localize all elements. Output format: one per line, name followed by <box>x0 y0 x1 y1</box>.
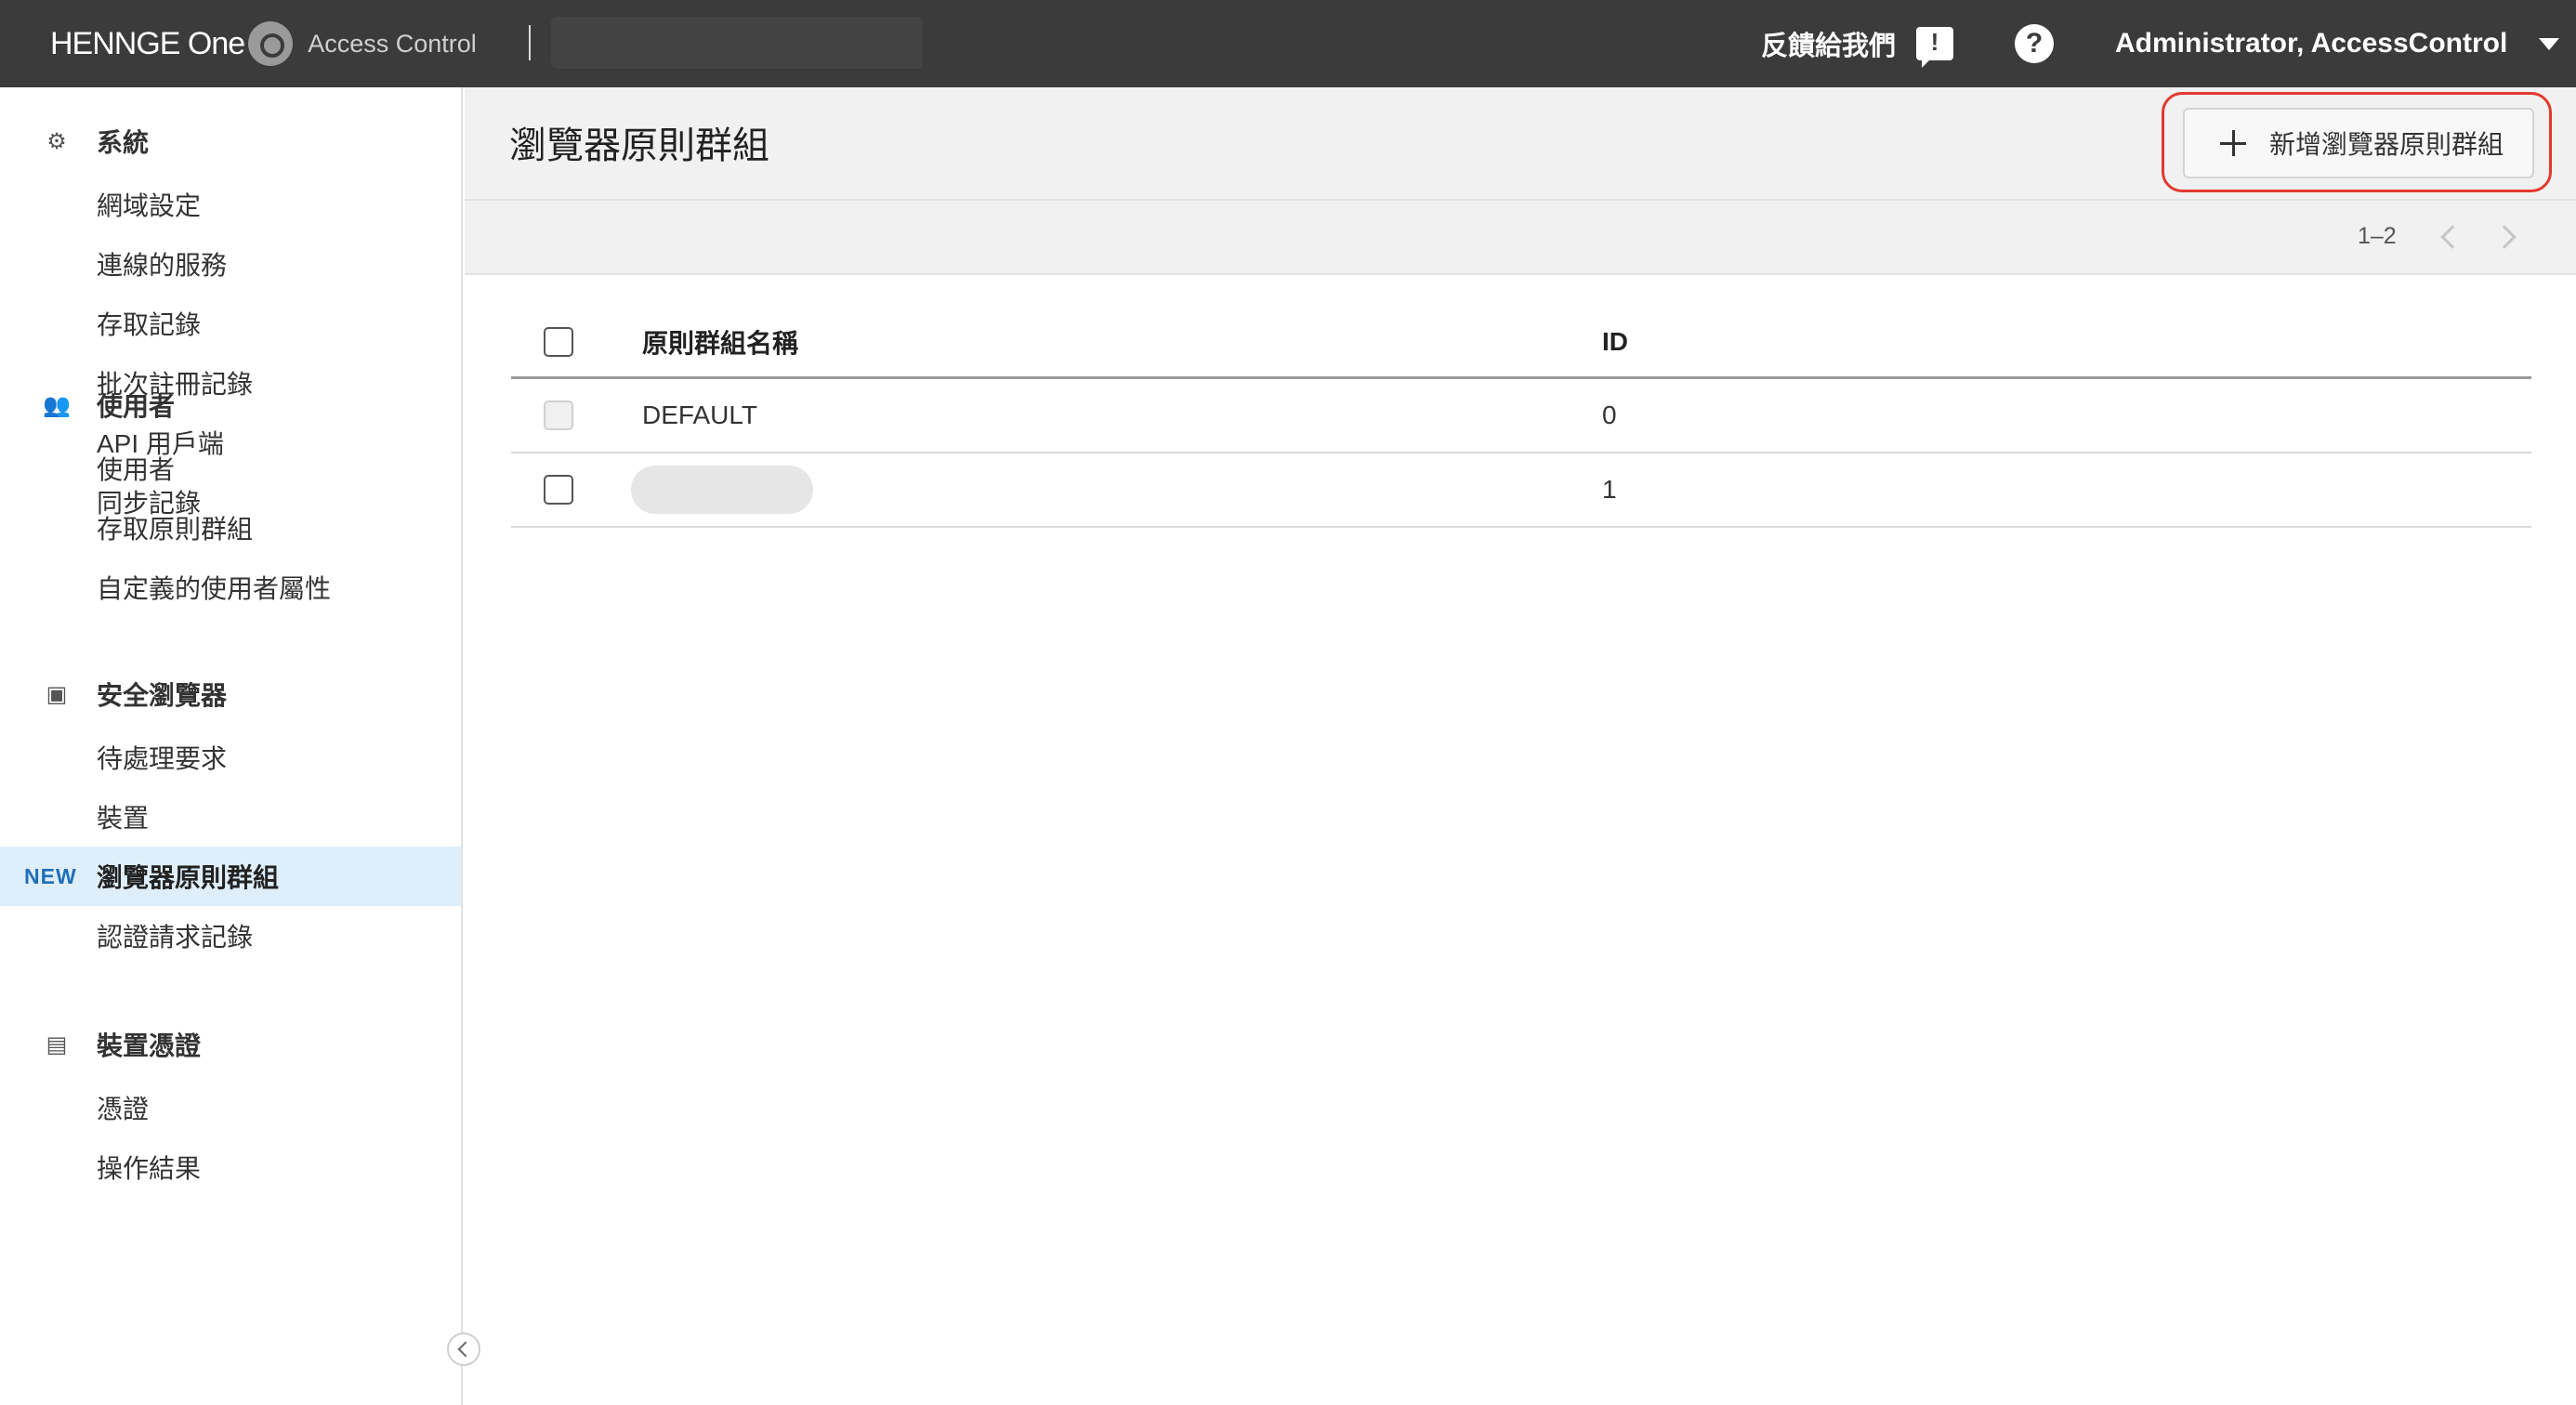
sidebar-item[interactable]: 存取原則群組 <box>0 498 461 558</box>
tenant-name-redacted <box>551 17 923 69</box>
sidebar-section-label: 使用者 <box>97 392 176 421</box>
sidebar-item[interactable]: 憑證 <box>0 1078 461 1137</box>
users-icon: 👥 <box>43 392 71 418</box>
plus-icon <box>2220 130 2246 156</box>
sidebar-item[interactable]: 使用者 <box>0 439 461 498</box>
sidebar-item[interactable]: 待處理要求 <box>0 728 461 787</box>
pager-range: 1–2 <box>2358 223 2397 249</box>
row-name[interactable]: DEFAULT <box>642 400 757 430</box>
select-all-checkbox[interactable] <box>544 326 573 357</box>
sidebar-item-label: 操作結果 <box>97 1154 202 1183</box>
column-header-id[interactable]: ID <box>1602 327 1628 357</box>
add-browser-policy-group-button[interactable]: 新增瀏覽器原則群組 <box>2183 108 2534 178</box>
sidebar-item-label: 憑證 <box>97 1095 150 1123</box>
table-row[interactable]: 1 <box>511 453 2531 528</box>
sidebar-item-label: 待處理要求 <box>97 744 228 773</box>
sidebar-item[interactable]: 裝置 <box>0 787 461 847</box>
sidebar: ⚙ 系統 網域設定 連線的服務 存取記錄 批次註冊記錄 API 用戶端 同步記錄 👥 使用者 使用者… <box>0 87 463 1405</box>
table-row[interactable]: DEFAULT 0 <box>511 379 2531 453</box>
top-bar: HENNGE One Access Control 反饋給我們 ? Admini… <box>0 0 2576 87</box>
sidebar-item[interactable]: 存取記錄 <box>0 294 461 353</box>
sidebar-item[interactable]: 自定義的使用者屬性 <box>0 558 461 617</box>
sidebar-section-label: 安全瀏覽器 <box>97 681 228 710</box>
sidebar-item-label: 認證請求記錄 <box>97 923 254 952</box>
sidebar-item[interactable]: 操作結果 <box>0 1137 461 1197</box>
certificate-icon: ▤ <box>46 1031 68 1057</box>
sidebar-section-label: 系統 <box>97 128 150 157</box>
app-logo[interactable]: HENNGE One Access Control <box>50 20 477 67</box>
sidebar-item-label: 瀏覽器原則群組 <box>97 863 280 892</box>
sidebar-item[interactable]: 網域設定 <box>0 175 461 234</box>
page-title: 瀏覽器原則群組 <box>509 125 769 166</box>
logo-subtitle: Access Control <box>308 29 477 58</box>
sidebar-item-label: 使用者 <box>97 455 176 484</box>
row-name-redacted[interactable] <box>631 466 813 514</box>
table-header-row: 原則群組名稱 ID <box>511 307 2531 379</box>
header-divider <box>529 25 531 60</box>
sidebar-item-label: 自定義的使用者屬性 <box>97 574 332 603</box>
row-checkbox <box>544 400 573 430</box>
caret-down-icon <box>2539 37 2560 50</box>
sidebar-item-label: 連線的服務 <box>97 251 228 280</box>
feedback-button[interactable]: 反饋給我們 <box>1761 0 1954 87</box>
row-id: 1 <box>1602 475 1617 504</box>
feedback-icon <box>1916 27 1954 68</box>
sidebar-item-label: 裝置 <box>97 804 150 833</box>
sidebar-item-label: 存取記錄 <box>97 310 202 339</box>
help-icon[interactable]: ? <box>2015 24 2054 63</box>
sidebar-item-label: 存取原則群組 <box>97 515 254 544</box>
row-checkbox[interactable] <box>544 475 573 505</box>
logo-mark-icon <box>248 21 294 66</box>
sidebar-item[interactable]: 連線的服務 <box>0 234 461 294</box>
column-header-name[interactable]: 原則群組名稱 <box>642 323 798 361</box>
user-menu[interactable]: Administrator, AccessControl <box>2115 0 2560 87</box>
browser-icon: ▣ <box>46 681 68 707</box>
sidebar-collapse-icon[interactable] <box>447 1333 480 1366</box>
sidebar-item[interactable]: NEW 瀏覽器原則群組 <box>0 847 461 906</box>
row-id: 0 <box>1602 400 1617 429</box>
add-button-label: 新增瀏覽器原則群組 <box>2269 130 2504 159</box>
user-name: Administrator, AccessControl <box>2115 28 2508 59</box>
sidebar-section-label: 裝置憑證 <box>97 1031 202 1060</box>
feedback-label: 反饋給我們 <box>1761 32 1897 61</box>
logo-text: HENNGE One <box>50 25 245 61</box>
new-badge: NEW <box>24 863 77 888</box>
gear-icon: ⚙ <box>46 128 67 154</box>
pager-bar <box>465 201 2576 275</box>
policy-group-table: 原則群組名稱 ID DEFAULT 0 1 <box>511 307 2531 528</box>
sidebar-item[interactable]: 認證請求記錄 <box>0 906 461 965</box>
sidebar-item-label: 網域設定 <box>97 191 202 220</box>
